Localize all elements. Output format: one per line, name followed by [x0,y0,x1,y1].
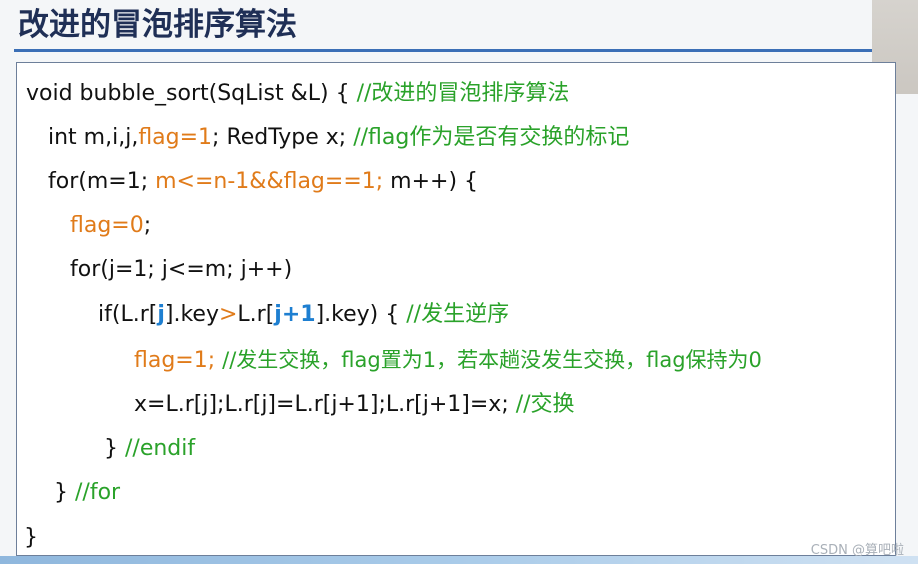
code-token: //发生交换，flag置为1，若本趟没发生交换，flag保持为0 [222,348,762,372]
code-token: j [157,302,165,327]
code-token: if(L.r[ [98,302,158,327]
code-token: for(m=1; [48,169,156,194]
code-line-7: flag=1; //发生交换，flag置为1，若本趟没发生交换，flag保持为0 [134,340,762,380]
code-line-3: for(m=1; m<=n-1&&flag==1; m++) { [48,162,478,202]
code-line-8: x=L.r[j];L.r[j]=L.r[j+1];L.r[j+1]=x; //交… [134,385,575,425]
code-line-9: } //endif [104,429,195,469]
code-token: x=L.r[j];L.r[j]=L.r[j+1];L.r[j+1]=x; [134,392,516,417]
code-line-1: void bubble_sort(SqList &L) { //改进的冒泡排序算… [26,74,569,114]
code-token: int m,i,j, [48,125,139,150]
code-token: L.r[ [237,302,275,327]
code-token: //改进的冒泡排序算法 [356,81,570,106]
code-token: flag=1; [134,348,216,373]
slide-title: 改进的冒泡排序算法 [18,7,297,43]
code-token: ].key) { [315,302,407,327]
bottom-progress-bar [0,556,918,564]
code-token: } [54,480,75,505]
code-token: for(j=1; j<=m; j++) [70,257,293,282]
code-line-4: flag=0; [70,206,151,246]
code-token: flag=1 [138,125,213,150]
code-token: ; RedType x; [212,125,354,150]
code-token: m<=n-1&&flag==1; [155,169,384,194]
code-line-2: int m,i,j,flag=1; RedType x; //flag作为是否有… [48,118,629,158]
code-line-11: } [24,518,38,558]
code-token: ].key [164,302,219,327]
code-token: flag=0 [70,213,144,238]
code-token: } [24,525,38,550]
code-token: j+1 [274,302,316,327]
code-token: //发生逆序 [406,302,510,327]
code-token: > [218,302,238,327]
title-underline [14,49,872,52]
code-token: //endif [125,436,196,461]
code-token: } [104,436,125,461]
code-token: //for [75,480,121,505]
code-token: //flag作为是否有交换的标记 [353,125,630,150]
code-token: //交换 [515,392,575,417]
code-token: m++) { [383,169,479,194]
code-token: void bubble_sort(SqList &L) { [26,81,357,106]
code-line-10: } //for [54,473,120,513]
code-line-5: for(j=1; j<=m; j++) [70,250,292,290]
code-token: ; [143,213,152,238]
code-line-6: if(L.r[j].key>L.r[j+1].key) { //发生逆序 [98,295,509,335]
